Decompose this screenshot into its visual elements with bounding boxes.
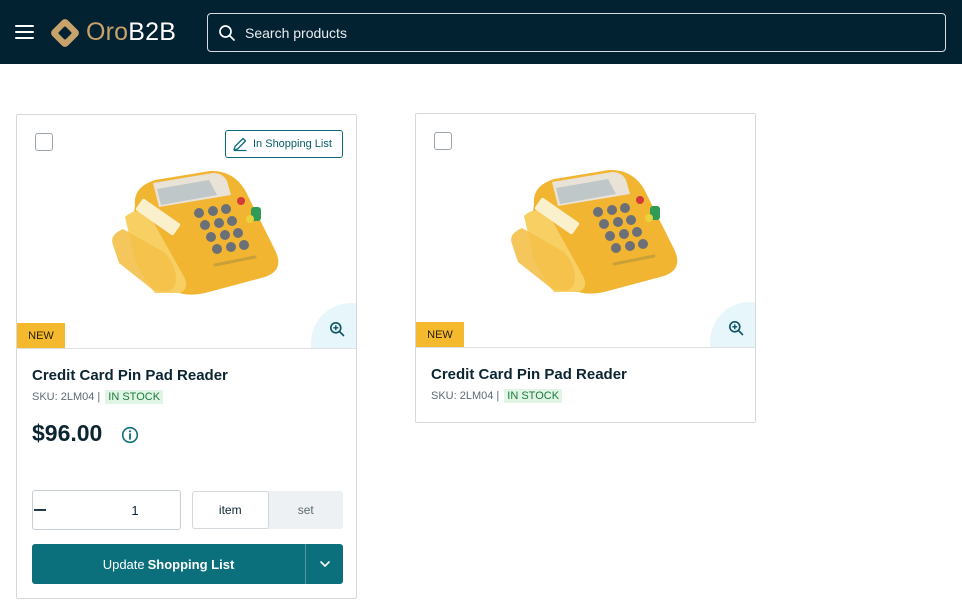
- hamburger-icon[interactable]: [15, 24, 35, 40]
- search-input[interactable]: [245, 14, 945, 51]
- new-badge: NEW: [17, 323, 65, 348]
- product-image-area[interactable]: In Shopping List NEW: [17, 115, 356, 349]
- pencil-icon: [233, 137, 247, 152]
- product-sku: SKU: 2LM04 | IN STOCK: [431, 389, 563, 403]
- unit-option-set[interactable]: set: [269, 491, 344, 529]
- cta-bold: Shopping List: [147, 556, 235, 572]
- zoom-in-icon: [729, 321, 744, 336]
- search-icon[interactable]: [218, 24, 236, 42]
- in-shopping-list-label: In Shopping List: [253, 138, 332, 150]
- product-name[interactable]: Credit Card Pin Pad Reader: [32, 367, 228, 384]
- sku-label: SKU: 2LM04 |: [431, 390, 500, 402]
- select-checkbox[interactable]: [35, 133, 53, 151]
- site-logo[interactable]: OroB2B: [50, 17, 176, 48]
- select-checkbox[interactable]: [434, 132, 452, 150]
- minus-icon: [34, 509, 46, 511]
- new-badge: NEW: [416, 322, 464, 347]
- unit-option-item[interactable]: item: [192, 491, 269, 529]
- in-shopping-list-button[interactable]: In Shopping List: [225, 130, 343, 158]
- sku-label: SKU: 2LM04 |: [32, 391, 101, 403]
- product-image: [511, 169, 678, 294]
- update-shopping-list-group: Update Shopping List: [32, 544, 343, 584]
- product-price: $96.00: [32, 420, 103, 446]
- cta-prefix: Update: [102, 556, 145, 572]
- product-name[interactable]: Credit Card Pin Pad Reader: [431, 366, 627, 383]
- top-header: OroB2B: [0, 0, 962, 64]
- product-image: [112, 170, 279, 295]
- zoom-in-icon: [330, 322, 345, 337]
- zoom-button[interactable]: [311, 303, 356, 348]
- product-card: NEW Credit Card Pin Pad Reader SKU: 2LM0…: [415, 113, 756, 423]
- decrease-quantity-button[interactable]: [33, 491, 47, 529]
- logo-mark-icon: [51, 18, 79, 47]
- stock-badge: IN STOCK: [504, 389, 563, 403]
- unit-selector: item set: [192, 491, 343, 529]
- stock-badge: IN STOCK: [105, 390, 164, 404]
- shopping-list-dropdown-toggle[interactable]: [305, 544, 343, 584]
- zoom-button[interactable]: [710, 302, 755, 347]
- product-image-area[interactable]: NEW: [416, 114, 755, 348]
- quantity-stepper: [32, 490, 236, 530]
- search-box[interactable]: [207, 13, 946, 52]
- product-sku: SKU: 2LM04 | IN STOCK: [32, 390, 164, 404]
- info-icon[interactable]: [121, 426, 139, 444]
- product-card: In Shopping List NEW Credit Card Pin Pad…: [16, 114, 357, 599]
- chevron-down-icon: [319, 561, 330, 567]
- update-shopping-list-button[interactable]: Update Shopping List: [32, 544, 305, 584]
- logo-text: OroB2B: [86, 18, 177, 46]
